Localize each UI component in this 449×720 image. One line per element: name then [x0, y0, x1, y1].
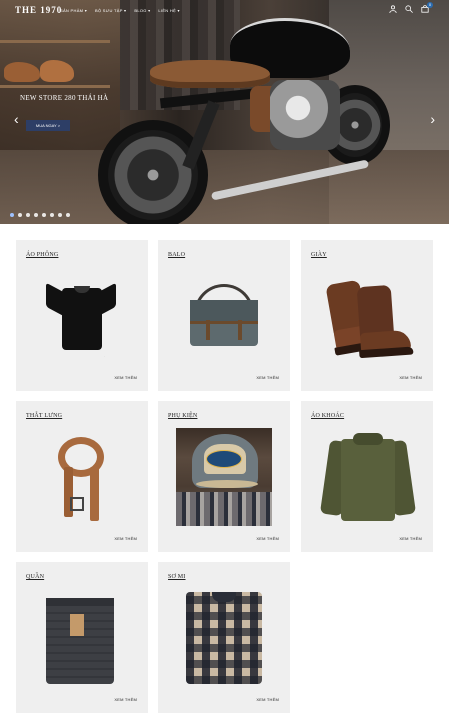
nav-item-products[interactable]: SẢN PHẨM ▾ — [60, 8, 87, 13]
engine — [270, 80, 340, 150]
nav-item-blog[interactable]: BLOG ▾ — [134, 8, 150, 13]
view-more-link[interactable]: XEM THÊM — [114, 375, 137, 380]
view-more-link[interactable]: XEM THÊM — [256, 536, 279, 541]
hero-headline: NEW STORE 280 THÁI HÀ — [20, 94, 109, 102]
slider-dot[interactable] — [10, 213, 14, 217]
nav-item-contact[interactable]: LIÊN HỆ ▾ — [158, 8, 179, 13]
cap-photo — [176, 428, 272, 526]
view-more-link[interactable]: XEM THÊM — [114, 697, 137, 702]
slider-dot[interactable] — [50, 213, 54, 217]
view-more-link[interactable]: XEM THÊM — [399, 375, 422, 380]
cart-icon[interactable]: 0 — [420, 2, 433, 14]
hero-banner[interactable]: THE 1970 SẢN PHẨM ▾ BỘ SƯU TẬP ▾ BLOG ▾ … — [0, 0, 449, 224]
nav-item-collections[interactable]: BỘ SƯU TẬP ▾ — [95, 8, 126, 13]
category-title[interactable]: PHỤ KIỆN — [168, 413, 197, 419]
category-card-phu-kien[interactable]: PHỤ KIỆN XEM THÊM — [158, 401, 290, 552]
rear-wheel — [98, 120, 208, 224]
slider-dot[interactable] — [66, 213, 70, 217]
category-title[interactable]: THẮT LƯNG — [26, 413, 62, 419]
category-title[interactable]: ÁO KHOÁC — [311, 413, 344, 419]
boots-image — [321, 279, 414, 359]
leather-seat — [150, 60, 270, 88]
price-tag-label: · — [104, 354, 105, 358]
slider-dot[interactable] — [34, 213, 38, 217]
jeans-image — [46, 592, 118, 684]
slider-dot[interactable] — [58, 213, 62, 217]
search-icon[interactable] — [404, 5, 413, 14]
category-card-balo[interactable]: BALO XEM THÊM — [158, 240, 290, 391]
slider-prev-arrow[interactable]: ‹ — [14, 112, 19, 126]
category-title[interactable]: QUẦN — [26, 574, 44, 580]
main-nav: SẢN PHẨM ▾ BỘ SƯU TẬP ▾ BLOG ▾ LIÊN HỆ ▾ — [60, 8, 180, 13]
shelf — [0, 85, 110, 88]
category-card-that-lung[interactable]: THẮT LƯNG XEM THÊM — [16, 401, 148, 552]
view-more-link[interactable]: XEM THÊM — [256, 697, 279, 702]
slider-dots — [10, 213, 70, 217]
category-title[interactable]: GIÀY — [311, 252, 327, 258]
site-header: THE 1970 SẢN PHẨM ▾ BỘ SƯU TẬP ▾ BLOG ▾ … — [0, 0, 449, 22]
view-more-link[interactable]: XEM THÊM — [256, 375, 279, 380]
category-card-so-mi[interactable]: SƠ MI XEM THÊM — [158, 562, 290, 713]
category-card-ao-khoac[interactable]: ÁO KHOÁC XEM THÊM — [301, 401, 433, 552]
slider-dot[interactable] — [18, 213, 22, 217]
category-card-quan[interactable]: QUẦN XEM THÊM — [16, 562, 148, 713]
category-card-giay[interactable]: GIÀY XEM THÊM — [301, 240, 433, 391]
cart-count-badge: 0 — [427, 2, 433, 8]
jacket-image — [319, 433, 417, 521]
header-icons: 0 — [388, 2, 433, 14]
view-more-link[interactable]: XEM THÊM — [114, 536, 137, 541]
brand-logo[interactable]: THE 1970 — [15, 5, 62, 15]
slider-dot[interactable] — [42, 213, 46, 217]
category-title[interactable]: SƠ MI — [168, 574, 186, 580]
slider-dot[interactable] — [26, 213, 30, 217]
category-card-ao-phong[interactable]: ÁO PHÔNG · XEM THÊM — [16, 240, 148, 391]
slider-next-arrow[interactable]: › — [430, 112, 435, 126]
plaid-shirt-image — [186, 592, 262, 684]
shop-now-button[interactable]: MUA NGAY > — [26, 120, 70, 131]
messenger-bag-image — [188, 284, 260, 348]
belt-image — [52, 437, 112, 521]
user-icon[interactable] — [388, 5, 397, 14]
category-title[interactable]: ÁO PHÔNG — [26, 252, 58, 258]
tshirt-image — [46, 280, 116, 352]
category-title[interactable]: BALO — [168, 252, 185, 258]
view-more-link[interactable]: XEM THÊM — [399, 536, 422, 541]
shelf — [0, 40, 110, 43]
